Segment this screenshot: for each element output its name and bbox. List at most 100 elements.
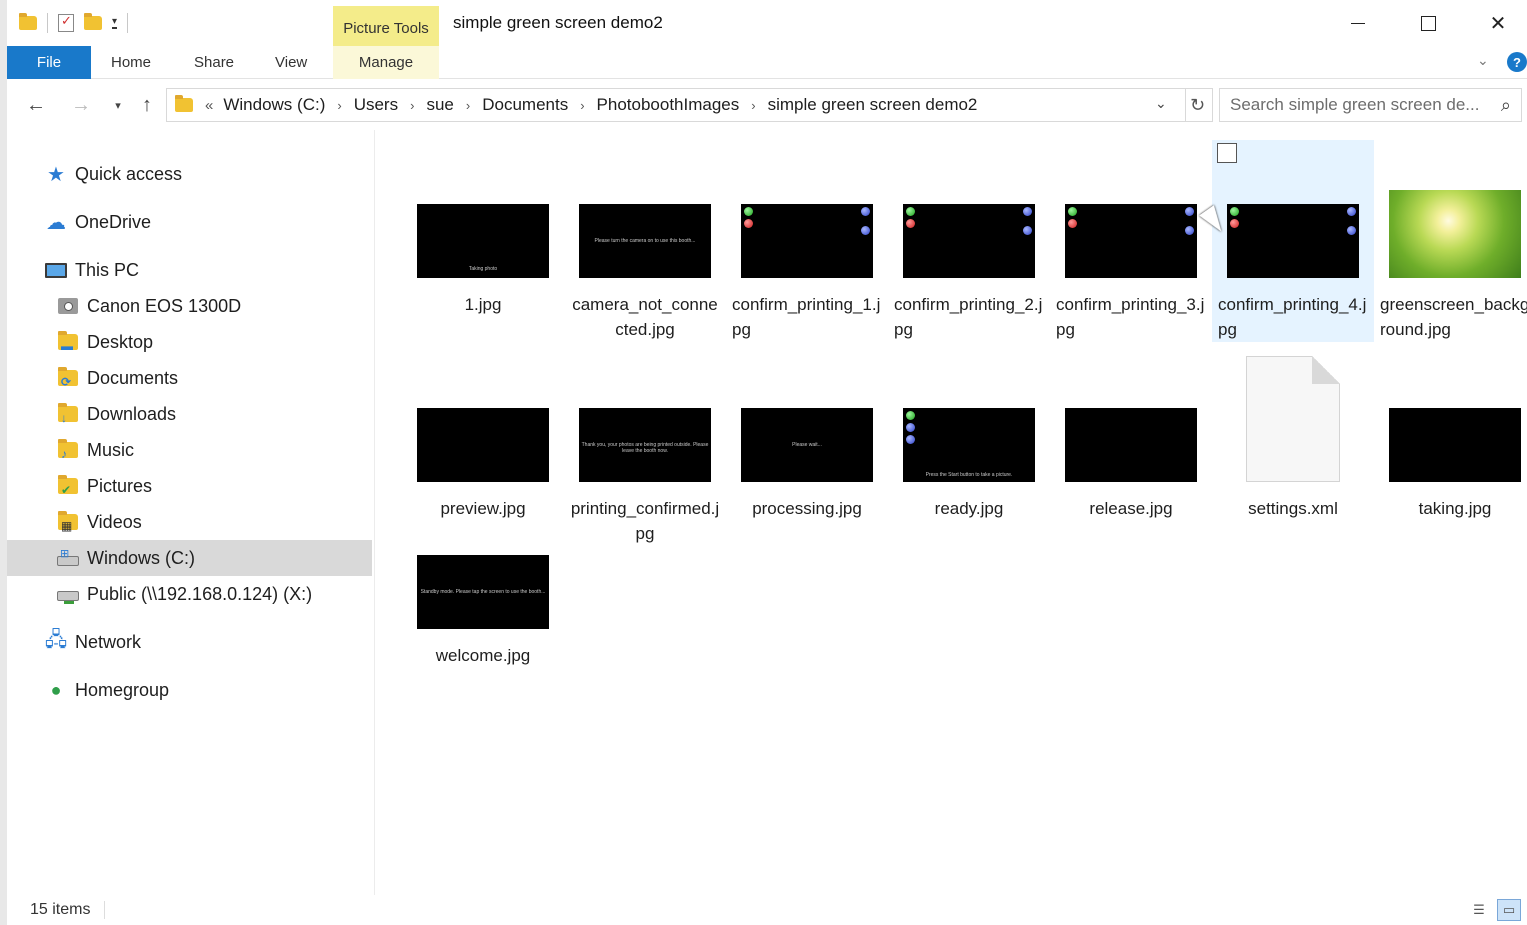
- leaf-image-thumbnail: [1389, 190, 1521, 278]
- details-view-button[interactable]: ☰: [1467, 899, 1491, 921]
- breadcrumb-item[interactable]: simple green screen demo2: [768, 95, 978, 115]
- file-item[interactable]: Thank you, your photos are being printed…: [564, 344, 726, 546]
- chevron-right-icon[interactable]: ›: [580, 98, 584, 113]
- music-folder-icon: ♪: [57, 439, 79, 461]
- sidebar-item-label: OneDrive: [75, 211, 152, 232]
- sidebar-item-quick-access[interactable]: ★ Quick access: [7, 156, 372, 192]
- tab-file[interactable]: File: [7, 46, 91, 79]
- large-icons-view-button[interactable]: ▭: [1497, 899, 1521, 921]
- sidebar-item-label: Videos: [87, 511, 142, 532]
- file-thumbnail: Press the Start button to take a picture…: [903, 408, 1035, 482]
- thumbnail-caption: Standby mode. Please tap the screen to u…: [420, 589, 546, 595]
- sidebar-item-label: Pictures: [87, 475, 153, 496]
- large-icons-view-icon: ▭: [1502, 902, 1516, 917]
- tab-manage[interactable]: Manage: [333, 46, 439, 79]
- tab-home[interactable]: Home: [111, 46, 151, 79]
- folder-icon: [175, 95, 193, 112]
- refresh-button[interactable]: ↻: [1183, 88, 1213, 122]
- file-item[interactable]: confirm_printing_2.jpg: [888, 140, 1050, 342]
- sidebar-item-this-pc[interactable]: This PC: [7, 252, 372, 288]
- file-item[interactable]: taking.jpg: [1374, 344, 1527, 521]
- sidebar-item-network[interactable]: 🖧 Network: [7, 624, 372, 660]
- up-button[interactable]: ↑: [132, 90, 162, 120]
- sidebar-item-desktop[interactable]: ▬ Desktop: [7, 324, 372, 360]
- search-icon[interactable]: ⌕: [1501, 95, 1511, 116]
- back-button[interactable]: ←: [21, 90, 51, 120]
- sidebar-item-onedrive[interactable]: ☁ OneDrive: [7, 204, 372, 240]
- sidebar-item-label: This PC: [75, 259, 140, 280]
- close-icon: ✕: [1489, 12, 1507, 35]
- help-icon[interactable]: ?: [1507, 52, 1527, 72]
- file-item[interactable]: confirm_printing_3.jpg: [1050, 140, 1212, 342]
- expand-ribbon-chevron-icon[interactable]: ⌄: [1477, 52, 1489, 69]
- breadcrumb-item[interactable]: Documents: [482, 95, 568, 115]
- selection-checkbox[interactable]: [1217, 143, 1237, 163]
- file-item[interactable]: Press the Start button to take a picture…: [888, 344, 1050, 521]
- sidebar-item-pictures[interactable]: ✔ Pictures: [7, 468, 372, 504]
- sidebar-item-label: Public (\\192.168.0.124) (X:): [87, 583, 313, 604]
- file-name: ready.jpg: [934, 499, 1004, 518]
- file-thumbnail: [417, 408, 549, 482]
- file-thumbnail: Please turn the camera on to use this bo…: [579, 204, 711, 278]
- breadcrumb-item[interactable]: sue: [426, 95, 453, 115]
- file-item[interactable]: greenscreen_background.jpg: [1374, 140, 1527, 342]
- file-item-selected[interactable]: confirm_printing_4.jpg: [1212, 140, 1374, 342]
- sidebar-item-videos[interactable]: ▦ Videos: [7, 504, 372, 540]
- sidebar-item-documents[interactable]: ⟳ Documents: [7, 360, 372, 396]
- address-bar[interactable]: « Windows (C:) › Users › sue › Documents…: [166, 88, 1186, 122]
- sidebar-item-public-x[interactable]: Public (\\192.168.0.124) (X:): [7, 576, 372, 612]
- arrow-right-icon: →: [71, 93, 91, 116]
- file-item[interactable]: Please wait... processing.jpg: [726, 344, 888, 521]
- search-box[interactable]: ⌕: [1219, 88, 1522, 122]
- downloads-folder-icon: ↓: [57, 403, 79, 425]
- recent-locations-button[interactable]: ▾: [103, 90, 133, 120]
- chevron-right-icon[interactable]: ›: [410, 98, 414, 113]
- sidebar-item-label: Documents: [87, 367, 179, 388]
- file-item[interactable]: Taking photo 1.jpg: [402, 140, 564, 317]
- close-button[interactable]: ✕: [1463, 0, 1527, 46]
- chevron-right-icon[interactable]: ›: [751, 98, 755, 113]
- camera-icon: [57, 295, 79, 317]
- navigation-pane: ★ Quick access ☁ OneDrive This PC Canon …: [7, 130, 375, 895]
- file-item[interactable]: release.jpg: [1050, 344, 1212, 521]
- sidebar-item-music[interactable]: ♪ Music: [7, 432, 372, 468]
- search-input[interactable]: [1230, 95, 1484, 115]
- file-item[interactable]: preview.jpg: [402, 344, 564, 521]
- sidebar-item-label: Canon EOS 1300D: [87, 295, 242, 316]
- minimize-button[interactable]: [1323, 0, 1393, 46]
- breadcrumb-overflow[interactable]: «: [205, 97, 213, 114]
- properties-icon[interactable]: [58, 13, 74, 32]
- arrow-left-icon: ←: [26, 93, 46, 116]
- chevron-right-icon[interactable]: ›: [337, 98, 341, 113]
- folder-icon[interactable]: [19, 13, 37, 30]
- address-history-chevron-icon[interactable]: ⌄: [1155, 95, 1167, 112]
- arrow-up-icon: ↑: [142, 93, 152, 116]
- forward-button[interactable]: →: [66, 90, 96, 120]
- refresh-icon: ↻: [1189, 94, 1206, 115]
- file-name: camera_not_connected.jpg: [572, 295, 718, 339]
- customize-toolbar-chevron-icon[interactable]: ▾: [112, 16, 118, 29]
- file-item[interactable]: settings.xml: [1212, 344, 1374, 521]
- tab-share[interactable]: Share: [194, 46, 234, 79]
- file-name: welcome.jpg: [435, 646, 531, 665]
- sidebar-item-homegroup[interactable]: ● Homegroup: [7, 672, 372, 708]
- tab-view[interactable]: View: [275, 46, 307, 79]
- chevron-right-icon[interactable]: ›: [466, 98, 470, 113]
- breadcrumb-item[interactable]: Windows (C:): [223, 95, 325, 115]
- maximize-button[interactable]: [1393, 0, 1463, 46]
- file-thumbnail: [1065, 204, 1197, 278]
- navigation-bar: ← → ▾ ↑ « Windows (C:) › Users › sue › D…: [7, 80, 1527, 130]
- breadcrumb-item[interactable]: Users: [354, 95, 398, 115]
- file-item[interactable]: Please turn the camera on to use this bo…: [564, 140, 726, 342]
- minimize-icon: [1351, 22, 1365, 24]
- file-item[interactable]: Standby mode. Please tap the screen to u…: [402, 555, 564, 668]
- chevron-down-icon: ▾: [115, 99, 121, 112]
- breadcrumb-item[interactable]: PhotoboothImages: [597, 95, 740, 115]
- thumbnail-caption: Press the Start button to take a picture…: [925, 472, 1013, 478]
- sidebar-item-canon-eos[interactable]: Canon EOS 1300D: [7, 288, 372, 324]
- sidebar-item-downloads[interactable]: ↓ Downloads: [7, 396, 372, 432]
- file-item[interactable]: confirm_printing_1.jpg: [726, 140, 888, 342]
- sidebar-item-windows-c[interactable]: ⊞ Windows (C:): [7, 540, 372, 576]
- status-bar: 15 items ☰ ▭: [7, 895, 1527, 925]
- new-folder-icon[interactable]: [84, 13, 102, 30]
